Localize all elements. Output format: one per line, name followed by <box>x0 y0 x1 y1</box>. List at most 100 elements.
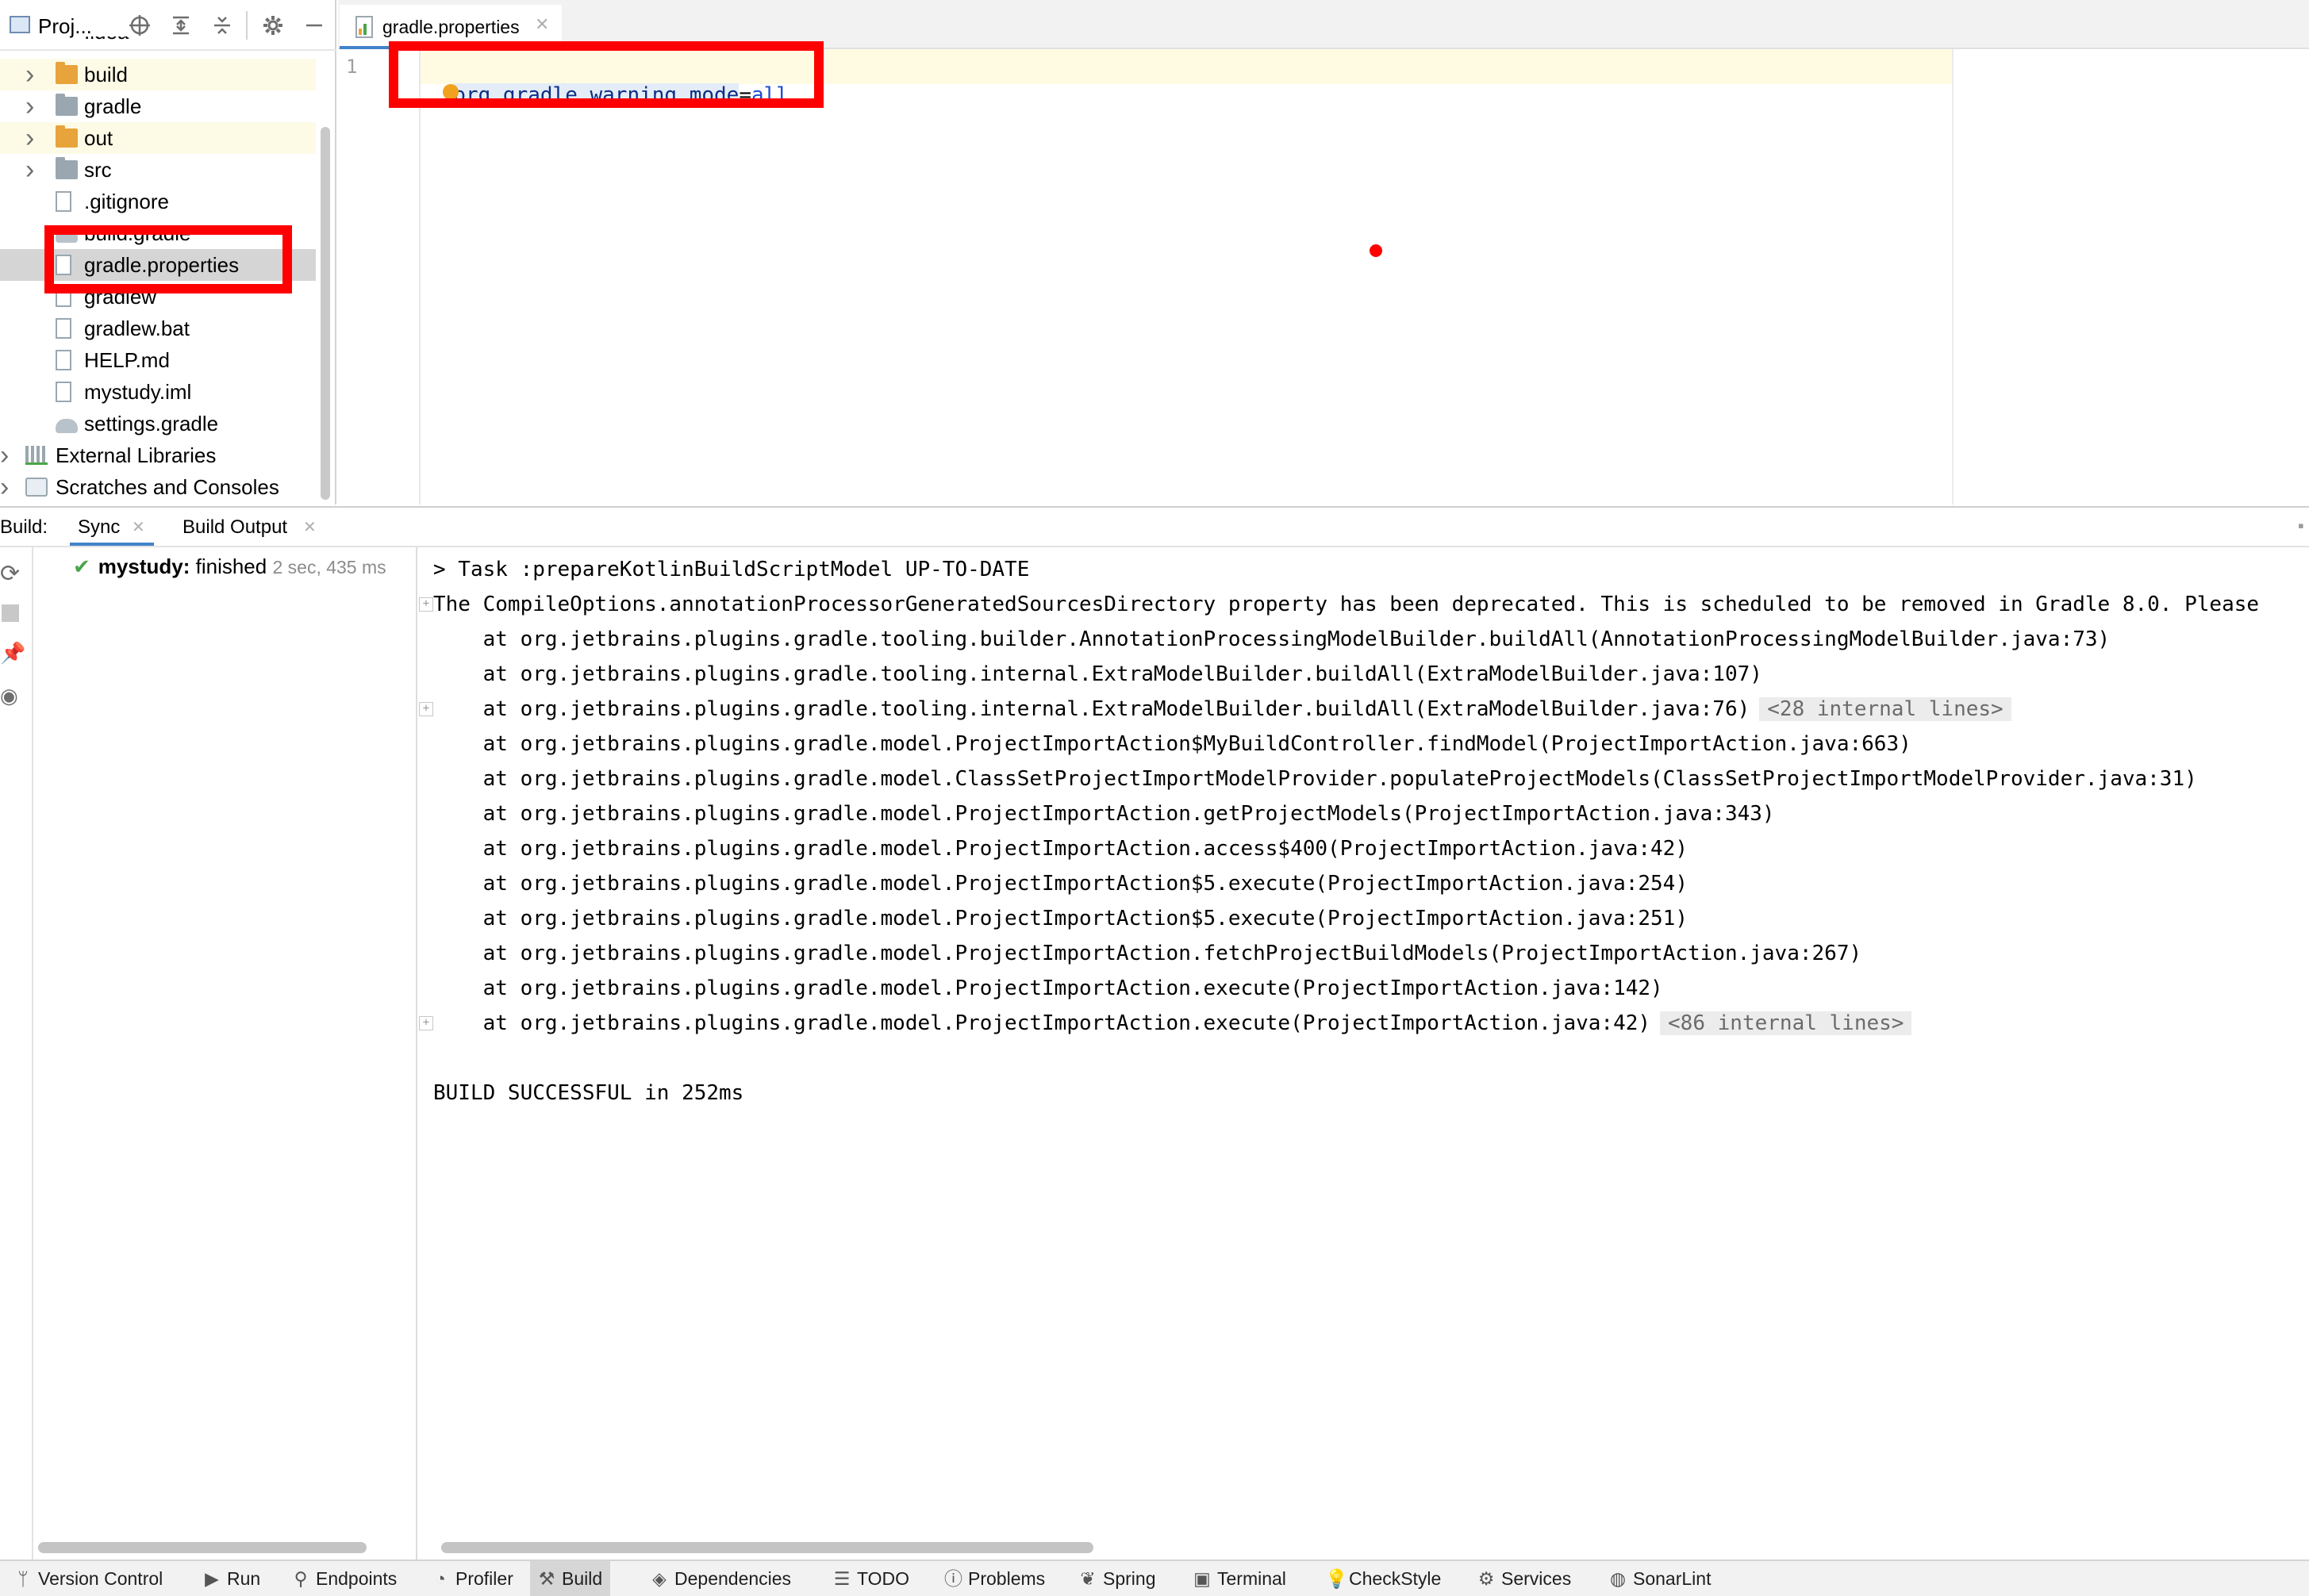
console-line: at org.jetbrains.plugins.gradle.model.Pr… <box>433 1006 1912 1041</box>
hide-panel-icon[interactable]: ▪ <box>2298 516 2304 536</box>
tree-row[interactable]: › External Libraries <box>0 439 316 471</box>
toolwindow-label: Services <box>1501 1568 1572 1589</box>
right-margin-guide <box>1952 49 1954 505</box>
tree-row[interactable]: settings.gradle <box>0 408 316 439</box>
tab-sync-label: Sync <box>78 516 121 538</box>
console-line: at org.jetbrains.plugins.gradle.model.Pr… <box>433 866 1688 901</box>
tree-label: gradle <box>84 94 142 118</box>
tree-row[interactable]: HELP.md <box>0 344 316 376</box>
sync-item[interactable]: ✔ mystudy: finished 2 sec, 435 ms <box>73 551 386 582</box>
toolwindow-build[interactable]: ⚒ Build <box>530 1561 611 1596</box>
collapse-all-icon[interactable] <box>209 13 235 38</box>
refresh-icon[interactable]: ⟳ <box>0 560 20 588</box>
build-title: Build: <box>0 516 48 538</box>
toolwindow-label: Terminal <box>1217 1568 1286 1589</box>
toolwindow-todo[interactable]: ☰ TODO <box>825 1561 917 1596</box>
locate-icon[interactable] <box>127 13 152 38</box>
console-line: The CompileOptions.annotationProcessorGe… <box>433 587 2259 622</box>
editor-gutter: 1 <box>338 49 421 505</box>
console-line: BUILD SUCCESSFUL in 252ms <box>433 1076 743 1111</box>
sonarlint-icon: ◍ <box>1609 1568 1627 1589</box>
console-line-text: at org.jetbrains.plugins.gradle.model.Pr… <box>433 732 1911 756</box>
toolwindow-version-control[interactable]: ᛘ Version Control <box>6 1561 171 1596</box>
eye-icon[interactable]: ◉ <box>0 684 18 708</box>
tree-row-partial: .idea <box>79 36 238 51</box>
fold-toggle-icon[interactable]: + <box>419 702 433 716</box>
cursor-dot <box>1370 244 1382 257</box>
sync-tree-scrollbar[interactable] <box>38 1542 367 1553</box>
tab-sync[interactable]: Sync ✕ <box>70 509 154 546</box>
tab-build-output[interactable]: Build Output ✕ <box>175 509 325 546</box>
terminal-icon: ▣ <box>1193 1568 1211 1589</box>
build-console[interactable]: > Task :prepareKotlinBuildScriptModel UP… <box>419 547 2309 1561</box>
toolwindow-label: SonarLint <box>1633 1568 1712 1589</box>
run-icon: ▶ <box>205 1568 219 1589</box>
fold-toggle-icon[interactable]: + <box>419 597 433 612</box>
editor-tab-label: gradle.properties <box>382 17 520 37</box>
tree-row[interactable]: › src <box>0 154 316 186</box>
tree-label: src <box>84 158 112 182</box>
console-line: at org.jetbrains.plugins.gradle.model.Pr… <box>433 727 1911 762</box>
console-scrollbar[interactable] <box>441 1542 1093 1553</box>
pin-icon[interactable]: 📌 <box>0 641 25 666</box>
toolwindow-checkstyle[interactable]: 💡CheckStyle <box>1317 1561 1449 1596</box>
toolwindow-label: Version Control <box>38 1568 163 1589</box>
close-tab-icon[interactable]: ✕ <box>303 517 317 537</box>
spring-icon: ❦ <box>1080 1568 1096 1589</box>
tree-row[interactable]: mystudy.iml <box>0 376 316 408</box>
toolwindow-profiler[interactable]: ◔ Profiler <box>424 1561 521 1596</box>
tree-row[interactable]: .gitignore <box>0 186 316 217</box>
console-line-text: at org.jetbrains.plugins.gradle.tooling.… <box>433 697 1750 721</box>
internal-lines-fold[interactable]: <28 internal lines> <box>1759 697 2011 721</box>
tree-row[interactable]: › out <box>0 122 316 154</box>
endpoints-icon: ⚲ <box>294 1568 308 1589</box>
toolwindow-label: Spring <box>1103 1568 1156 1589</box>
tree-label: out <box>84 126 113 150</box>
tree-row[interactable]: › build <box>0 59 316 90</box>
tree-label: .gitignore <box>84 190 169 213</box>
toolwindow-label: Dependencies <box>674 1568 792 1589</box>
expand-all-icon[interactable] <box>168 13 194 38</box>
console-line: at org.jetbrains.plugins.gradle.tooling.… <box>433 622 2111 657</box>
close-tab-icon[interactable]: ✕ <box>535 14 549 35</box>
tree-label: gradlew.bat <box>84 317 190 340</box>
toolwindow-run[interactable]: ▶ Run <box>195 1561 268 1596</box>
console-line-text: at org.jetbrains.plugins.gradle.model.Pr… <box>433 872 1688 896</box>
toolwindow-problems[interactable]: ⓘ Problems <box>936 1561 1053 1596</box>
project-scrollbar[interactable] <box>321 127 330 500</box>
services-icon: ⚙ <box>1477 1568 1495 1589</box>
tree-row[interactable]: › gradle <box>0 90 316 122</box>
toolwindow-terminal[interactable]: ▣ Terminal <box>1185 1561 1294 1596</box>
chevron-right-icon[interactable]: › <box>25 59 41 90</box>
chevron-right-icon[interactable]: › <box>0 439 16 471</box>
build-hammer-icon: ⚒ <box>538 1568 555 1589</box>
chevron-right-icon[interactable]: › <box>25 90 41 122</box>
scratches-icon <box>25 478 48 497</box>
line-number: 1 <box>346 56 358 78</box>
close-tab-icon[interactable]: ✕ <box>132 517 145 537</box>
console-line: at org.jetbrains.plugins.gradle.model.Cl… <box>433 762 2197 796</box>
chevron-right-icon[interactable]: › <box>0 471 16 503</box>
toolwindow-services[interactable]: ⚙ Services <box>1470 1561 1579 1596</box>
project-view-icon[interactable] <box>10 16 30 33</box>
toolwindow-endpoints[interactable]: ⚲ Endpoints <box>284 1561 405 1596</box>
chevron-right-icon[interactable]: › <box>25 122 41 154</box>
internal-lines-fold[interactable]: <86 internal lines> <box>1660 1011 1912 1035</box>
toolwindow-sonarlint[interactable]: ◍ SonarLint <box>1601 1561 1719 1596</box>
chevron-right-icon[interactable]: › <box>25 154 41 186</box>
console-line-text: at org.jetbrains.plugins.gradle.tooling.… <box>433 662 1762 686</box>
toolwindow-dependencies[interactable]: ◈ Dependencies <box>643 1561 799 1596</box>
stop-icon[interactable] <box>2 604 19 622</box>
folder-orange-icon <box>56 125 78 148</box>
minimize-icon[interactable] <box>302 13 327 38</box>
project-panel-title[interactable]: Proj... <box>38 14 92 38</box>
toolwindow-spring[interactable]: ❦ Spring <box>1071 1561 1163 1596</box>
gear-icon[interactable] <box>260 13 286 38</box>
tree-row[interactable]: gradlew.bat <box>0 313 316 344</box>
fold-toggle-icon[interactable]: + <box>419 1016 433 1030</box>
sync-tree: ✔ mystudy: finished 2 sec, 435 ms <box>33 547 417 1561</box>
console-line: at org.jetbrains.plugins.gradle.model.Pr… <box>433 901 1688 936</box>
code-editor[interactable] <box>421 49 2309 505</box>
tree-row[interactable]: › Scratches and Consoles <box>0 471 316 503</box>
console-line-text: at org.jetbrains.plugins.gradle.model.Pr… <box>433 837 1688 861</box>
